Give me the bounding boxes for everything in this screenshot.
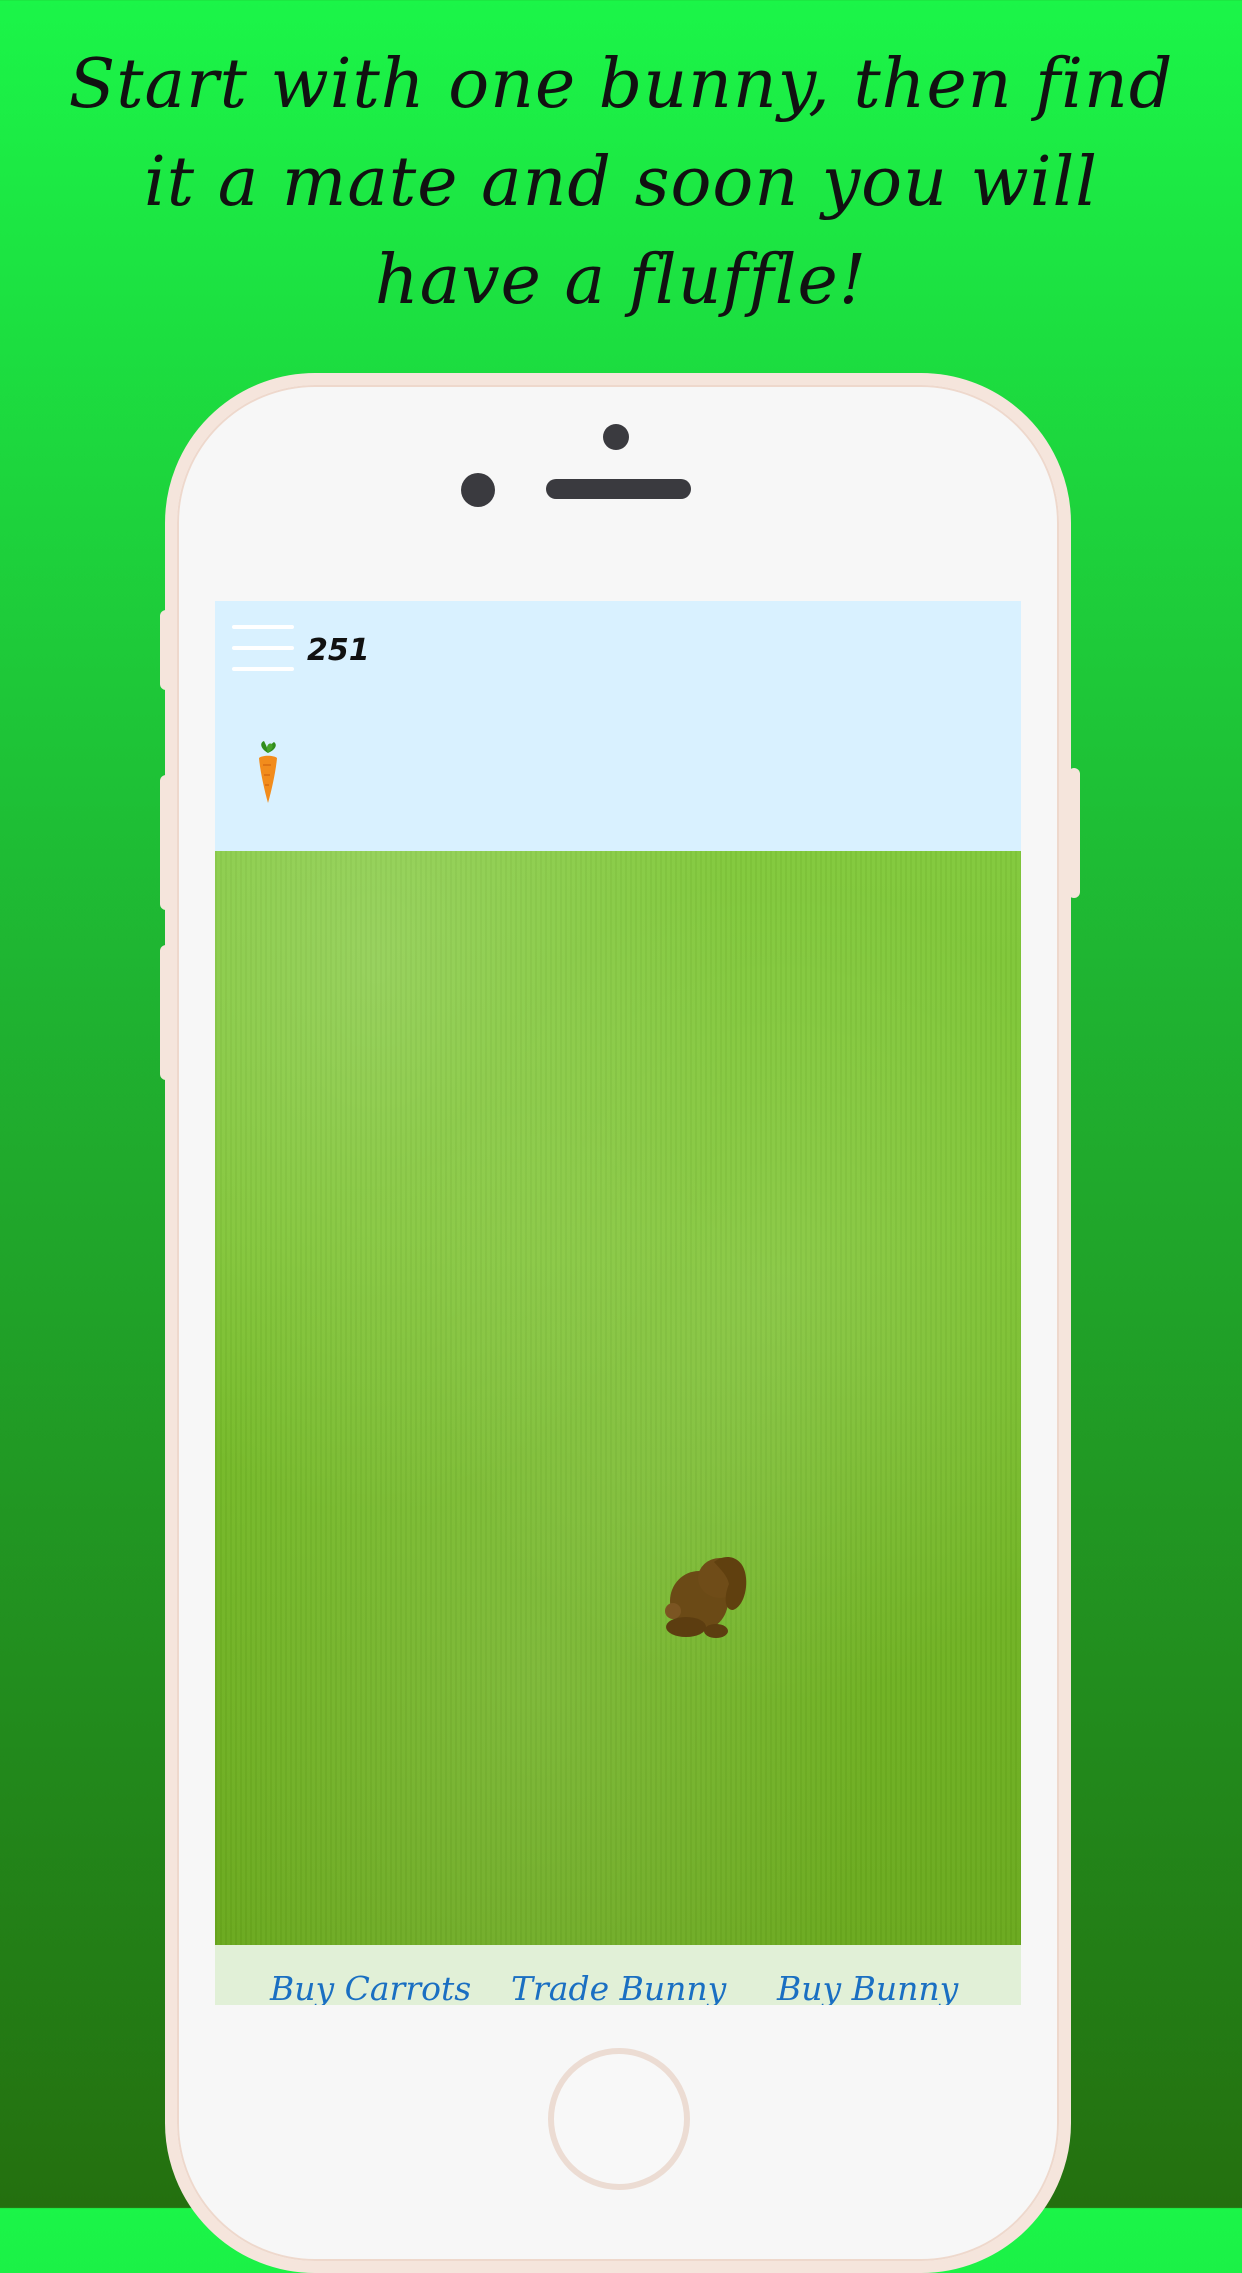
buy-carrots-button[interactable]: Buy Carrots xyxy=(270,1969,471,2005)
trade-bunny-button[interactable]: Trade Bunny xyxy=(511,1969,726,2005)
promo-caption: Start with one bunny, then find it a mat… xyxy=(40,36,1202,330)
menu-line xyxy=(232,625,294,629)
sky-area: 251 xyxy=(215,601,1021,851)
phone-front-camera xyxy=(461,473,495,507)
hamburger-menu-icon[interactable] xyxy=(232,625,294,671)
phone-speaker xyxy=(546,479,691,499)
carrot-icon xyxy=(259,741,277,803)
promo-line-3: have a fluffle! xyxy=(374,241,868,320)
grass-field xyxy=(215,851,1021,1945)
promo-line-1: Start with one bunny, then find xyxy=(68,45,1174,124)
bunny-icon[interactable] xyxy=(663,1544,749,1639)
phone-sensor xyxy=(603,424,629,450)
phone-home-button[interactable] xyxy=(548,2048,690,2190)
game-screen: 251 Buy Carrots Trade Bunny Buy Bunny xyxy=(215,601,1021,2005)
bottom-action-bar: Buy Carrots Trade Bunny Buy Bunny xyxy=(215,1945,1021,2005)
menu-line xyxy=(232,667,294,671)
carrot-count: 251 xyxy=(307,633,370,668)
menu-line xyxy=(232,646,294,650)
buy-bunny-button[interactable]: Buy Bunny xyxy=(777,1969,958,2005)
promo-line-2: it a mate and soon you will xyxy=(144,143,1098,222)
